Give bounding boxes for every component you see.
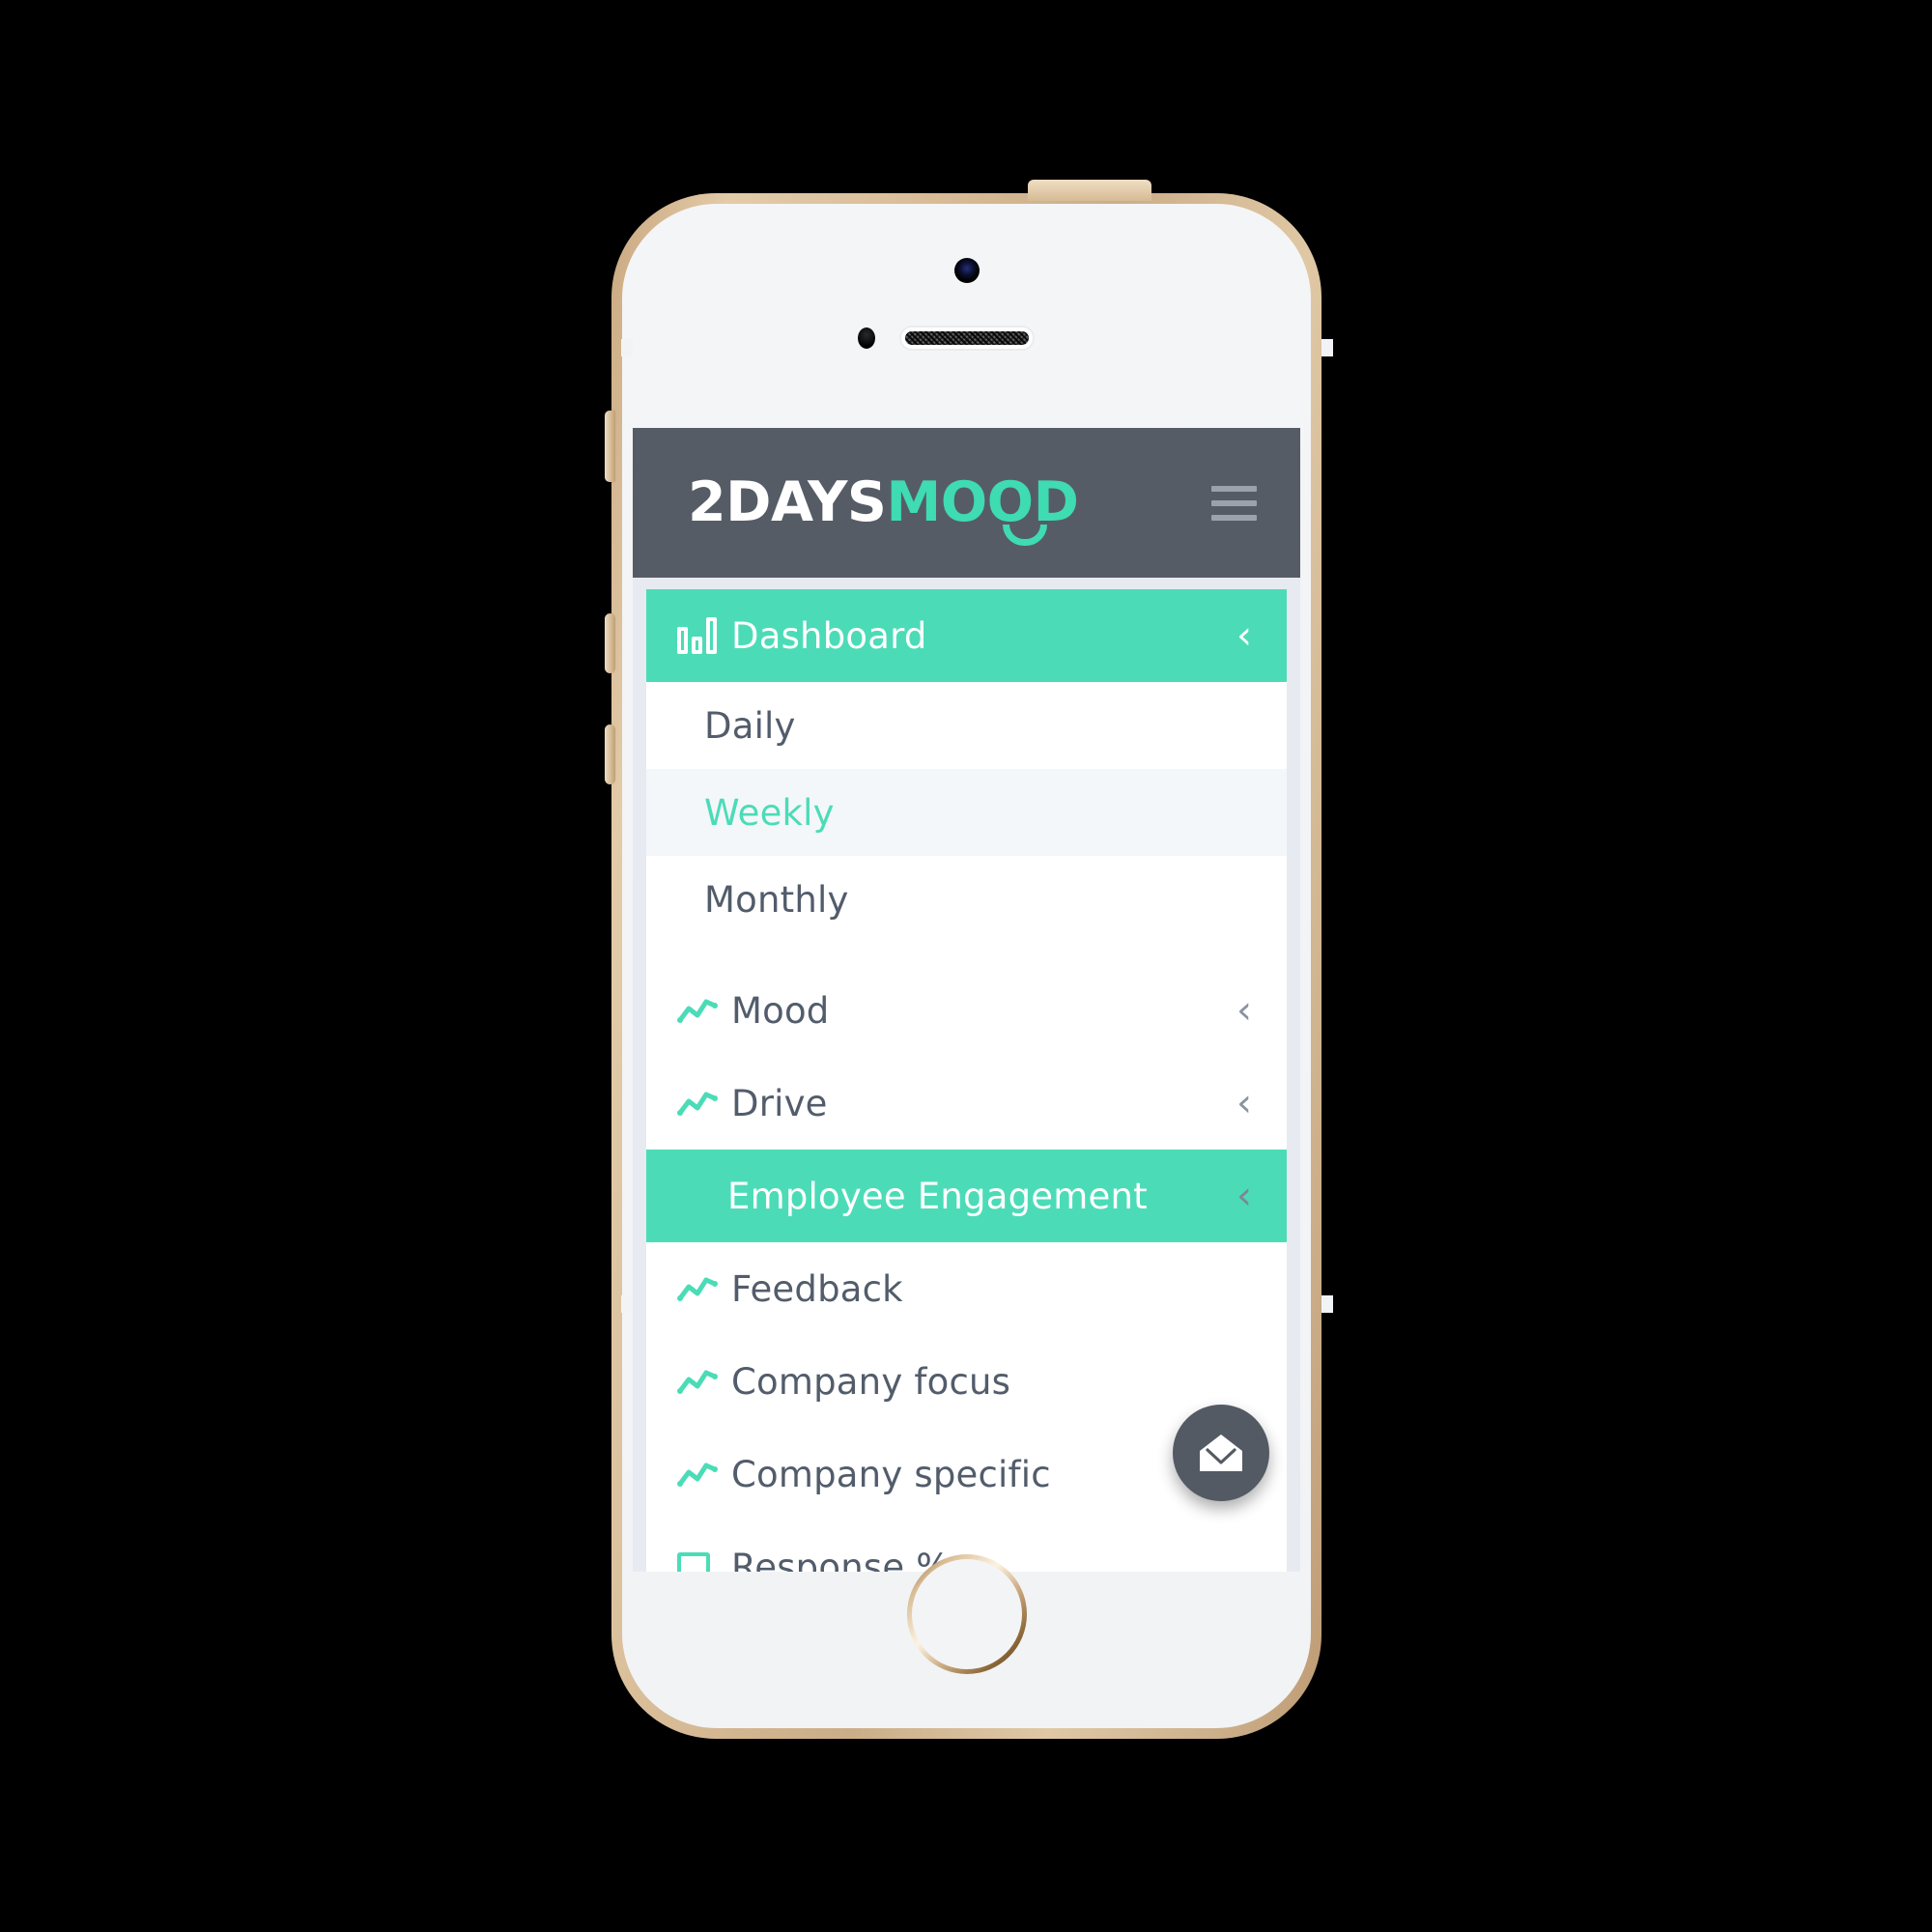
line-chart-icon: [677, 1461, 731, 1488]
sidebar-item-label: Company focus: [731, 1360, 1011, 1403]
volume-up-button[interactable]: [605, 613, 615, 673]
sidebar-item-daily[interactable]: Daily: [646, 682, 1287, 769]
chevron-left-icon[interactable]: ‹: [1236, 991, 1258, 1030]
logo-text-primary: 2DAYS: [688, 470, 887, 534]
sidebar-item-employee-engagement[interactable]: Employee Engagement ‹: [646, 1150, 1287, 1242]
proximity-sensor-icon: [857, 327, 875, 349]
top-antenna-nub: [1027, 180, 1151, 201]
line-chart-icon: [677, 1090, 731, 1117]
sidebar-item-label: Mood: [731, 989, 830, 1032]
logo-text-secondary: MOOD: [886, 470, 1079, 534]
hamburger-line-3: [1211, 514, 1257, 521]
hamburger-line-1: [1211, 485, 1257, 492]
antenna-line-right-bottom: [1321, 1295, 1333, 1313]
sidebar-item-feedback[interactable]: Feedback: [646, 1242, 1287, 1335]
sidebar-item-label: Weekly: [704, 791, 835, 834]
app-logo[interactable]: 2DAYS MOOD: [688, 470, 1079, 546]
line-chart-icon: [677, 1368, 731, 1395]
sidebar-item-label: Feedback: [731, 1267, 903, 1310]
silent-switch-button[interactable]: [605, 411, 615, 482]
phone-device: 2DAYS MOOD Dashboard ‹ Daily Weekly Mont…: [605, 180, 1333, 1739]
sidebar-item-weekly[interactable]: Weekly: [646, 769, 1287, 856]
hamburger-icon[interactable]: [1211, 485, 1257, 521]
menu-spacer: [646, 943, 1287, 964]
open-envelope-icon[interactable]: [1173, 1405, 1269, 1501]
earpiece-speaker: [900, 327, 1033, 349]
phone-front-face: 2DAYS MOOD Dashboard ‹ Daily Weekly Mont…: [621, 204, 1333, 1728]
antenna-line-right-top: [1321, 339, 1333, 356]
line-chart-icon: [677, 1275, 731, 1302]
sidebar-item-dashboard[interactable]: Dashboard ‹: [646, 589, 1287, 682]
app-header-bar: 2DAYS MOOD: [633, 428, 1300, 578]
screenshot-stage: 2DAYS MOOD Dashboard ‹ Daily Weekly Mont…: [0, 0, 1932, 1932]
volume-down-button[interactable]: [605, 724, 615, 784]
sidebar-item-label: Dashboard: [731, 614, 927, 657]
sidebar-item-label: Daily: [704, 704, 796, 747]
home-button-inner: [911, 1559, 1022, 1669]
line-chart-icon: [677, 997, 731, 1024]
front-camera-icon: [953, 258, 980, 283]
hamburger-line-2: [1211, 499, 1257, 506]
bar-chart-icon: [677, 617, 731, 654]
antenna-line-left-bottom: [621, 1295, 633, 1313]
chevron-left-icon[interactable]: ‹: [1236, 1177, 1258, 1215]
sidebar-item-label: Employee Engagement: [727, 1175, 1148, 1217]
chevron-left-icon[interactable]: ‹: [1236, 616, 1258, 655]
square-outline-icon: [677, 1552, 731, 1572]
antenna-line-left-top: [621, 339, 633, 356]
home-button[interactable]: [906, 1554, 1027, 1674]
sidebar-item-label: Monthly: [704, 878, 849, 921]
smile-arc-icon: [1003, 525, 1048, 546]
chevron-left-icon[interactable]: ‹: [1236, 1084, 1258, 1122]
sidebar-item-monthly[interactable]: Monthly: [646, 856, 1287, 943]
phone-screen: 2DAYS MOOD Dashboard ‹ Daily Weekly Mont…: [633, 428, 1300, 1572]
sidebar-item-drive[interactable]: Drive ‹: [646, 1057, 1287, 1150]
sidebar-item-mood[interactable]: Mood ‹: [646, 964, 1287, 1057]
sidebar-item-label: Drive: [731, 1082, 828, 1124]
